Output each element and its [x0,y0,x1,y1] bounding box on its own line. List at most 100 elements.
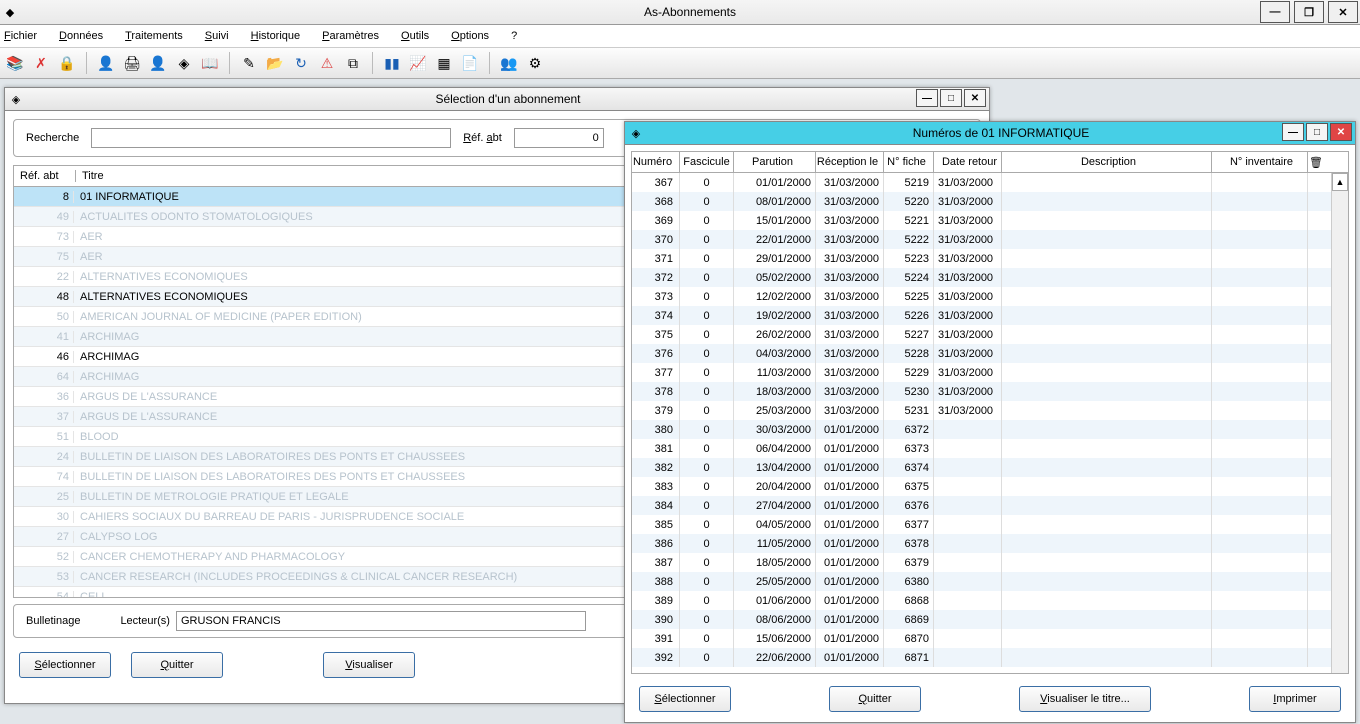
menu-options[interactable]: Options [451,30,489,42]
table-row[interactable]: 379025/03/200031/03/2000523131/03/2000 [632,401,1331,420]
table-row[interactable]: 372005/02/200031/03/2000522431/03/2000 [632,268,1331,287]
table-row[interactable]: 376004/03/200031/03/2000522831/03/2000 [632,344,1331,363]
col-ref[interactable]: Réf. abt [14,170,76,182]
quit-button[interactable]: Quitter [131,652,223,678]
sub2-max-button[interactable]: □ [1306,123,1328,141]
col-reception[interactable]: Réception le [816,152,884,172]
table-row[interactable]: 392022/06/200001/01/20006871 [632,648,1331,667]
sub1-title: Sélection d'un abonnement [27,92,989,106]
restore-button[interactable]: ❐ [1294,1,1324,23]
org-icon[interactable]: ⚙ [526,54,544,72]
table-row[interactable]: 390008/06/200001/01/20006869 [632,610,1331,629]
user2-icon[interactable]: 👤 [149,54,167,72]
table-row[interactable]: 381006/04/200001/01/20006373 [632,439,1331,458]
sub1-titlebar[interactable]: ◈ Sélection d'un abonnement — □ ✕ [5,88,989,111]
minimize-button[interactable]: — [1260,1,1290,23]
sub1-close-button[interactable]: ✕ [964,89,986,107]
table-row[interactable]: 391015/06/200001/01/20006870 [632,629,1331,648]
diamond-icon[interactable]: ◈ [175,54,193,72]
book-icon[interactable]: 📖 [201,54,219,72]
lecteurs-input[interactable] [176,611,586,631]
scroll-up-icon[interactable]: ▲ [1332,173,1348,191]
col-numero[interactable]: Numéro [632,152,680,172]
app-icon: ◆ [0,6,20,19]
menu-?[interactable]: ? [511,30,517,42]
table-row[interactable]: 387018/05/200001/01/20006379 [632,553,1331,572]
table-row[interactable]: 380030/03/200001/01/20006372 [632,420,1331,439]
table-row[interactable]: 383020/04/200001/01/20006375 [632,477,1331,496]
user-icon[interactable]: 👤 [97,54,115,72]
grid-icon[interactable]: ▦ [435,54,453,72]
select-button[interactable]: Sélectionner [639,686,731,712]
quit-button[interactable]: Quitter [829,686,921,712]
table-row[interactable]: 370022/01/200031/03/2000522231/03/2000 [632,230,1331,249]
menu-traitements[interactable]: Traitements [125,30,183,42]
table-row[interactable]: 371029/01/200031/03/2000522331/03/2000 [632,249,1331,268]
menubar: Fichier Données Traitements Suivi Historique… [0,25,1360,48]
warning-icon[interactable]: ⚠ [318,54,336,72]
barchart-icon[interactable]: ▮▮ [383,54,401,72]
menu-données[interactable]: Données [59,30,103,42]
table-row[interactable]: 386011/05/200001/01/20006378 [632,534,1331,553]
table-row[interactable]: 382013/04/200001/01/20006374 [632,458,1331,477]
lecteurs-label: Lecteur(s) [120,615,170,627]
table-row[interactable]: 384027/04/200001/01/20006376 [632,496,1331,515]
main-titlebar: ◆ As-Abonnements — ❐ ✕ [0,0,1360,25]
col-inventaire[interactable]: N° inventaire [1212,152,1308,172]
table-row[interactable]: 389001/06/200001/01/20006868 [632,591,1331,610]
sub2-titlebar[interactable]: ◈ Numéros de 01 INFORMATIQUE — □ ✕ [625,122,1355,145]
col-description[interactable]: Description [1002,152,1212,172]
lock-icon[interactable]: 🔒 [58,54,76,72]
menu-paramètres[interactable]: Paramètres [322,30,379,42]
table-row[interactable]: 369015/01/200031/03/2000522131/03/2000 [632,211,1331,230]
table-row[interactable]: 373012/02/200031/03/2000522531/03/2000 [632,287,1331,306]
numbers-header: Numéro Fascicule Parution Réception le N… [632,152,1348,173]
report-icon[interactable]: 📄 [461,54,479,72]
view-title-button[interactable]: Visualiser le titre... [1019,686,1151,712]
edit-icon[interactable]: ✎ [240,54,258,72]
books-icon[interactable]: 📚 [6,54,24,72]
select-button[interactable]: Sélectionner [19,652,111,678]
folder-icon[interactable]: 📂 [266,54,284,72]
menu-suivi[interactable]: Suivi [205,30,229,42]
sub2-title: Numéros de 01 INFORMATIQUE [647,126,1355,140]
close-button[interactable]: ✕ [1328,1,1358,23]
trash-icon[interactable]: 🗑 [1308,156,1324,169]
print-button[interactable]: Imprimer [1249,686,1341,712]
linechart-icon[interactable]: 📈 [409,54,427,72]
sub2-min-button[interactable]: — [1282,123,1304,141]
sub1-max-button[interactable]: □ [940,89,962,107]
table-row[interactable]: 368008/01/200031/03/2000522031/03/2000 [632,192,1331,211]
users-icon[interactable]: 👥 [500,54,518,72]
numbers-body[interactable]: 367001/01/200031/03/2000521931/03/200036… [632,173,1331,673]
col-fiche[interactable]: N° fiche [884,152,934,172]
ref-input[interactable] [514,128,604,148]
table-row[interactable]: 374019/02/200031/03/2000522631/03/2000 [632,306,1331,325]
toolbar: 📚 ✗ 🔒 👤 🖨 👤 ◈ 📖 ✎ 📂 ↻ ⚠ ⧉ ▮▮ 📈 ▦ 📄 👥 ⚙ [0,48,1360,79]
print-icon[interactable]: 🖨 [123,54,141,72]
menu-outils[interactable]: Outils [401,30,429,42]
bulletinage-label: Bulletinage [26,615,80,627]
menu-fichier[interactable]: Fichier [4,30,37,42]
menu-historique[interactable]: Historique [251,30,301,42]
view-button[interactable]: Visualiser [323,652,415,678]
table-row[interactable]: 375026/02/200031/03/2000522731/03/2000 [632,325,1331,344]
table-row[interactable]: 378018/03/200031/03/2000523031/03/2000 [632,382,1331,401]
col-retour[interactable]: Date retour [934,152,1002,172]
search-label: Recherche [26,132,79,144]
table-row[interactable]: 377011/03/200031/03/2000522931/03/2000 [632,363,1331,382]
table-row[interactable]: 367001/01/200031/03/2000521931/03/2000 [632,173,1331,192]
refresh-icon[interactable]: ↻ [292,54,310,72]
scrollbar[interactable]: ▲ [1331,173,1348,673]
app-title: As-Abonnements [20,5,1360,19]
col-parution[interactable]: Parution [734,152,816,172]
sub1-min-button[interactable]: — [916,89,938,107]
person-red-icon[interactable]: ✗ [32,54,50,72]
col-fascicule[interactable]: Fascicule [680,152,734,172]
search-input[interactable] [91,128,451,148]
table-row[interactable]: 385004/05/200001/01/20006377 [632,515,1331,534]
sub2-close-button[interactable]: ✕ [1330,123,1352,141]
copy-icon[interactable]: ⧉ [344,54,362,72]
ref-label: Réf. abt [463,132,502,144]
table-row[interactable]: 388025/05/200001/01/20006380 [632,572,1331,591]
